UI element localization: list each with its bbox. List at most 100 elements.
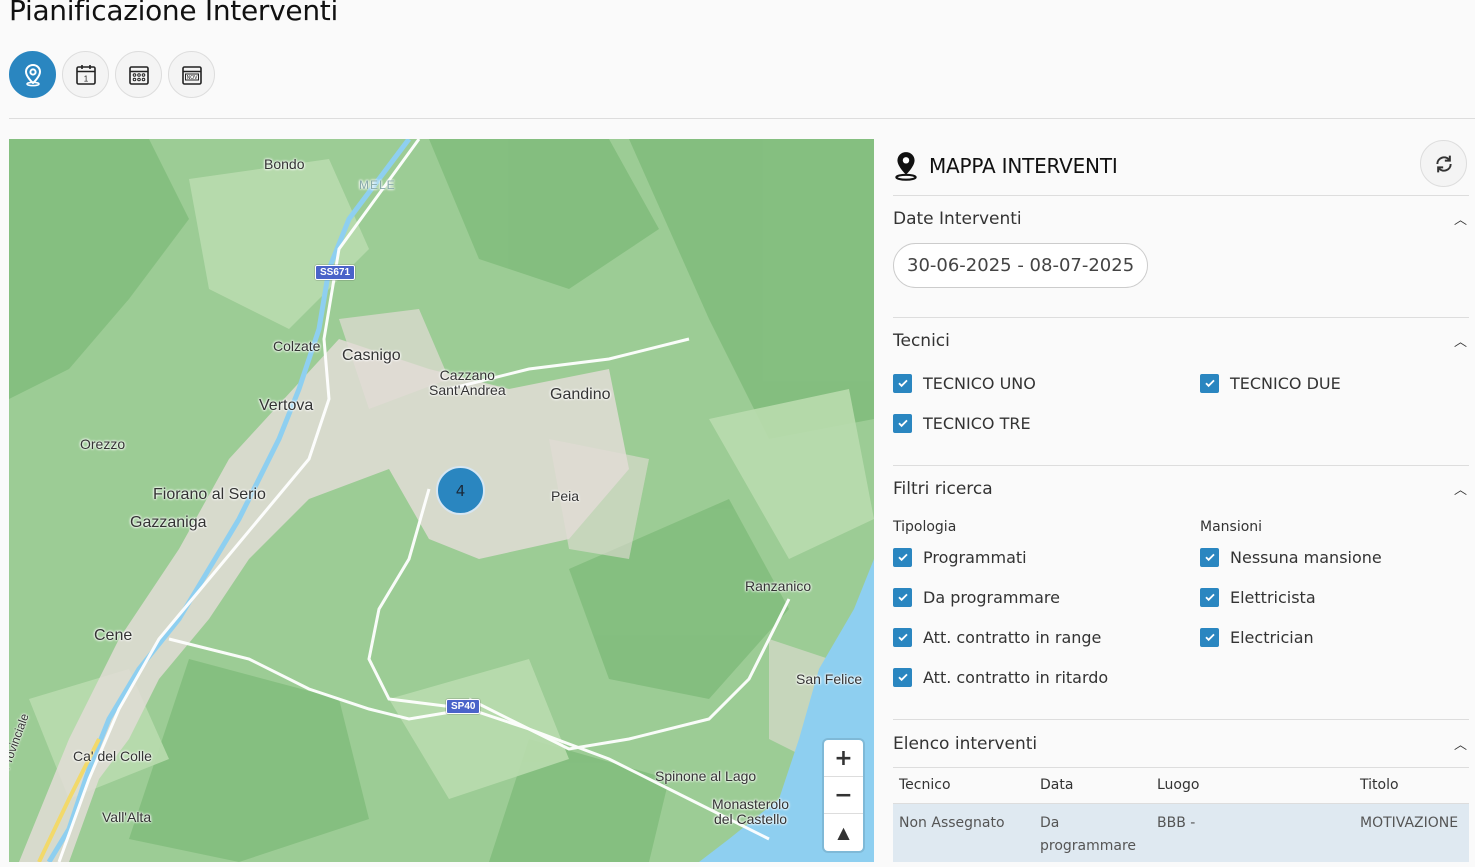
- date-range-input[interactable]: 30-06-2025 - 08-07-2025: [893, 243, 1149, 288]
- mansione-label: Elettricista: [1230, 587, 1316, 607]
- place-label: San Felice: [796, 671, 863, 687]
- mansioni-column: Mansioni Nessuna mansione Elettricista E…: [1200, 511, 1460, 697]
- checkbox-checked-icon: [893, 547, 912, 567]
- tipologia-column: Tipologia Programmati Da programmare Att…: [893, 511, 1200, 697]
- refresh-button[interactable]: [1420, 140, 1467, 187]
- road-shield: SP40: [446, 699, 481, 714]
- view-switch: 1 NOV: [9, 51, 215, 98]
- month-view-button[interactable]: [115, 51, 162, 98]
- place-label: Fiorano al Serio: [153, 486, 266, 503]
- tipologia-checkbox[interactable]: Da programmare: [893, 577, 1200, 617]
- tecnico-label: TECNICO TRE: [923, 413, 1031, 433]
- page-title: Pianificazione Interventi: [9, 0, 338, 27]
- column-header[interactable]: Titolo: [1354, 768, 1469, 804]
- filtri-section: Filtri ricerca ︿ Tipologia Programmati D…: [893, 466, 1469, 720]
- tipologia-label: Att. contratto in ritardo: [923, 667, 1109, 687]
- place-label: Vertova: [259, 397, 314, 414]
- table-header-row: Tecnico Data Luogo Titolo: [893, 768, 1469, 804]
- place-label: Colzate: [273, 338, 321, 354]
- map-zoom-control: + − ▲: [824, 740, 863, 851]
- tecnico-checkbox[interactable]: TECNICO UNO: [893, 363, 1200, 403]
- map-cluster-marker[interactable]: 4: [436, 466, 485, 515]
- interventions-map[interactable]: Bondo MELE SS671 Colzate Casnigo Cazzano…: [9, 139, 874, 862]
- tecnico-checkbox[interactable]: TECNICO DUE: [1200, 363, 1460, 403]
- column-header[interactable]: Tecnico: [893, 768, 1034, 804]
- checkbox-checked-icon: [1200, 627, 1219, 647]
- interventions-table: Tecnico Data Luogo Titolo Non Assegnato …: [893, 768, 1469, 862]
- chevron-up-icon: ︿: [1453, 335, 1467, 350]
- calendar-month-icon: [128, 65, 149, 85]
- chevron-up-icon: ︿: [1453, 213, 1467, 228]
- panel-header: MAPPA INTERVENTI: [893, 137, 1469, 196]
- cell-titolo: MOTIVAZIONE: [1354, 803, 1469, 862]
- table-row[interactable]: Non Assegnato Da programmare BBB - MOTIV…: [893, 803, 1469, 862]
- elenco-section: Elenco interventi ︿ Tecnico Data Luogo T…: [893, 720, 1469, 862]
- checkbox-checked-icon: [1200, 373, 1219, 393]
- tecnico-label: TECNICO DUE: [1230, 373, 1341, 393]
- place-label: Ranzanico: [745, 578, 812, 594]
- map-view-button[interactable]: [9, 51, 56, 98]
- mansione-label: Electrician: [1230, 627, 1314, 647]
- tipologia-checkbox[interactable]: Att. contratto in ritardo: [893, 657, 1200, 697]
- tecnici-section: Tecnici ︿ TECNICO UNO TECNICO DUE TECNIC…: [893, 318, 1469, 466]
- elenco-section-header[interactable]: Elenco interventi ︿: [893, 720, 1469, 768]
- section-title: Tecnici: [893, 330, 950, 351]
- section-title: Elenco interventi: [893, 733, 1038, 754]
- place-label: Gazzaniga: [130, 514, 207, 531]
- tecnici-list: TECNICO UNO TECNICO DUE TECNICO TRE: [893, 363, 1469, 443]
- cell-data: Da programmare: [1034, 803, 1151, 862]
- checkbox-checked-icon: [893, 627, 912, 647]
- place-label: Cene: [94, 627, 133, 644]
- mansione-label: Nessuna mansione: [1230, 547, 1382, 567]
- top-divider: [9, 118, 1475, 119]
- mansioni-title: Mansioni: [1200, 519, 1263, 535]
- checkbox-checked-icon: [893, 587, 912, 607]
- tipologia-label: Att. contratto in range: [923, 627, 1102, 647]
- date-section-header[interactable]: Date Interventi ︿: [893, 196, 1469, 241]
- tecnici-section-header[interactable]: Tecnici ︿: [893, 318, 1469, 363]
- place-label: Cazzano Sant'Andrea: [429, 367, 506, 398]
- filtri-grid: Tipologia Programmati Da programmare Att…: [893, 511, 1469, 697]
- tecnico-label: TECNICO UNO: [923, 373, 1036, 393]
- calendar-day-icon: 1: [75, 64, 96, 85]
- tecnico-checkbox[interactable]: TECNICO TRE: [893, 403, 1200, 443]
- chevron-up-icon: ︿: [1453, 738, 1467, 753]
- panel-title: MAPPA INTERVENTI: [929, 154, 1118, 178]
- mansione-checkbox[interactable]: Electrician: [1200, 617, 1460, 657]
- place-label: Vall'Alta: [102, 809, 152, 825]
- tipologia-checkbox[interactable]: Programmati: [893, 537, 1200, 577]
- map-filter-panel: MAPPA INTERVENTI Date Interventi ︿ 30-06…: [893, 137, 1469, 862]
- tipologia-label: Programmati: [923, 547, 1027, 567]
- place-label: MELE: [359, 178, 396, 192]
- checkbox-checked-icon: [1200, 587, 1219, 607]
- date-section: Date Interventi ︿ 30-06-2025 - 08-07-202…: [893, 196, 1469, 318]
- column-header[interactable]: Luogo: [1151, 768, 1354, 804]
- mansione-checkbox[interactable]: Nessuna mansione: [1200, 537, 1460, 577]
- mansione-checkbox[interactable]: Elettricista: [1200, 577, 1460, 617]
- cell-tecnico: Non Assegnato: [893, 803, 1034, 862]
- map-pin-icon: [24, 63, 41, 86]
- map-pin-icon: [895, 152, 917, 181]
- tipologia-checkbox[interactable]: Att. contratto in range: [893, 617, 1200, 657]
- place-label: Casnigo: [342, 347, 401, 364]
- checkbox-checked-icon: [1200, 547, 1219, 567]
- place-label: Peia: [551, 488, 580, 504]
- zoom-out-button[interactable]: −: [824, 777, 863, 814]
- day-view-button[interactable]: 1: [62, 51, 109, 98]
- place-label: Orezzo: [80, 436, 126, 452]
- checkbox-checked-icon: [893, 373, 912, 393]
- reset-north-button[interactable]: ▲: [824, 814, 863, 851]
- chevron-up-icon: ︿: [1453, 483, 1467, 498]
- year-view-button[interactable]: NOV: [168, 51, 215, 98]
- filtri-section-header[interactable]: Filtri ricerca ︿: [893, 466, 1469, 511]
- refresh-icon: [1435, 155, 1452, 172]
- checkbox-checked-icon: [893, 667, 912, 687]
- place-label: Ca' del Colle: [73, 748, 152, 764]
- checkbox-checked-icon: [893, 413, 912, 433]
- tipologia-title: Tipologia: [893, 519, 957, 535]
- zoom-in-button[interactable]: +: [824, 740, 863, 777]
- column-header[interactable]: Data: [1034, 768, 1151, 804]
- calendar-year-icon: NOV: [181, 65, 202, 85]
- tipologia-label: Da programmare: [923, 587, 1060, 607]
- place-label: Monasterolo del Castello: [712, 796, 790, 827]
